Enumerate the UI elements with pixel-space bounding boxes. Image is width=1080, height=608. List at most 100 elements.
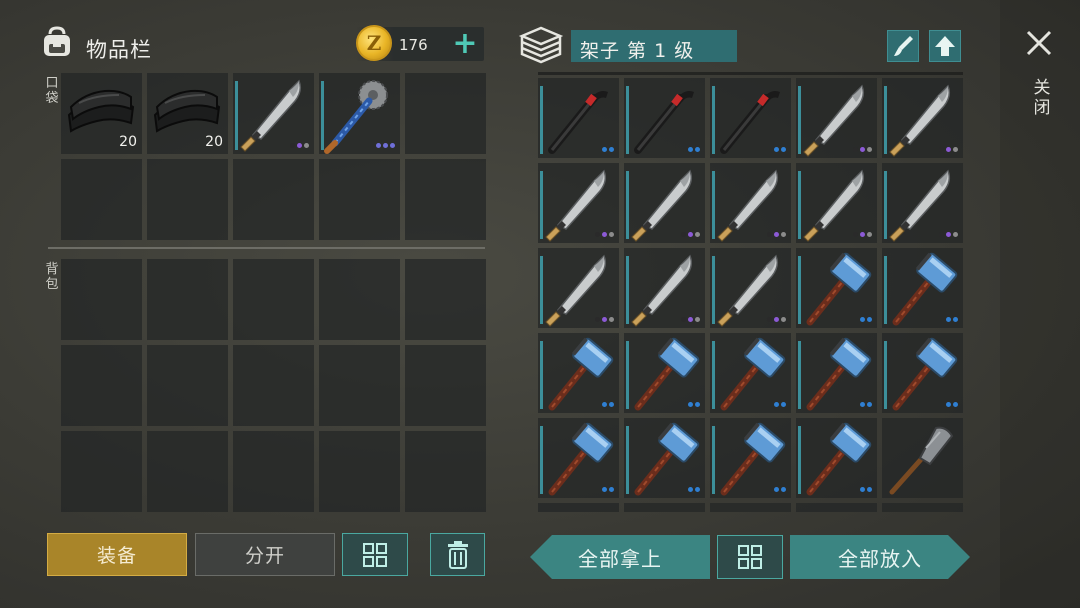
trash-icon xyxy=(447,540,468,569)
shelf-slot[interactable] xyxy=(624,163,705,243)
shelf-scroll-area[interactable] xyxy=(538,74,963,512)
shelf-slot[interactable] xyxy=(882,78,963,158)
quality-dot xyxy=(774,232,779,237)
pocket-slot[interactable] xyxy=(61,159,142,240)
shelf-slot[interactable] xyxy=(710,248,791,328)
backpack-slot[interactable] xyxy=(61,259,142,340)
quality-dot xyxy=(602,232,607,237)
quality-dots xyxy=(688,487,700,492)
pocket-slot[interactable] xyxy=(319,73,400,154)
quality-dot xyxy=(609,147,614,152)
backpack-slot[interactable] xyxy=(405,345,486,426)
shelf-slot[interactable] xyxy=(882,163,963,243)
shelf-slot[interactable] xyxy=(796,418,877,498)
add-coins-button[interactable]: + xyxy=(450,27,480,61)
shelf-slot[interactable] xyxy=(538,248,619,328)
shelf-slot[interactable] xyxy=(624,503,705,512)
shelf-slot[interactable] xyxy=(710,163,791,243)
close-label[interactable]: 关闭 xyxy=(1032,78,1052,118)
upgrade-button[interactable] xyxy=(929,30,961,62)
shelf-slot[interactable] xyxy=(538,78,619,158)
quality-dot xyxy=(867,487,872,492)
quality-dot xyxy=(297,143,302,148)
quality-dot xyxy=(609,402,614,407)
backpack-slot[interactable] xyxy=(233,259,314,340)
trash-button[interactable] xyxy=(430,533,485,576)
pocket-slot[interactable] xyxy=(319,159,400,240)
quality-dots xyxy=(602,487,614,492)
shelf-slot[interactable] xyxy=(882,248,963,328)
pocket-slot[interactable] xyxy=(405,73,486,154)
shelf-slot[interactable] xyxy=(538,503,619,512)
pocket-slot[interactable]: 20 xyxy=(147,73,228,154)
quality-dot xyxy=(946,147,951,152)
backpack-slot[interactable] xyxy=(319,345,400,426)
backpack-slot[interactable] xyxy=(405,431,486,512)
pocket-slot[interactable] xyxy=(233,73,314,154)
quality-dot xyxy=(781,232,786,237)
backpack-slot[interactable] xyxy=(319,431,400,512)
arrow-up-icon xyxy=(935,36,955,56)
quality-dots xyxy=(939,147,958,152)
quality-dot xyxy=(695,487,700,492)
quality-dots xyxy=(681,232,700,237)
shelf-slot[interactable] xyxy=(538,163,619,243)
backpack-slot[interactable] xyxy=(147,431,228,512)
pocket-slot[interactable] xyxy=(233,159,314,240)
quality-dot xyxy=(860,317,865,322)
repair-button[interactable] xyxy=(887,30,919,62)
shelf-slot[interactable] xyxy=(624,248,705,328)
put-all-button[interactable]: 全部放入 xyxy=(790,535,970,579)
shelf-slot[interactable] xyxy=(796,503,877,512)
quality-dot xyxy=(767,232,772,237)
quality-dots xyxy=(602,402,614,407)
backpack-slot[interactable] xyxy=(319,259,400,340)
backpack-slot[interactable] xyxy=(61,431,142,512)
pocket-slot[interactable] xyxy=(405,159,486,240)
backpack-slot[interactable] xyxy=(233,345,314,426)
shelf-icon xyxy=(518,24,564,64)
quality-dot xyxy=(774,487,779,492)
shelf-slot[interactable] xyxy=(796,78,877,158)
quality-dot xyxy=(946,402,951,407)
shelf-slot[interactable] xyxy=(796,163,877,243)
shelf-slot[interactable] xyxy=(624,333,705,413)
shelf-slot[interactable] xyxy=(710,418,791,498)
shelf-slot[interactable] xyxy=(796,333,877,413)
quality-dot xyxy=(946,232,951,237)
equip-button[interactable]: 装备 xyxy=(47,533,187,576)
backpack-slot[interactable] xyxy=(405,259,486,340)
shelf-slot[interactable] xyxy=(882,333,963,413)
split-button[interactable]: 分开 xyxy=(195,533,335,576)
shelf-slot[interactable] xyxy=(710,333,791,413)
backpack-slot[interactable] xyxy=(233,431,314,512)
quality-dot xyxy=(695,147,700,152)
shelf-slot[interactable] xyxy=(882,503,963,512)
shelf-slot[interactable] xyxy=(882,418,963,498)
quality-dot xyxy=(695,232,700,237)
backpack-slot[interactable] xyxy=(147,259,228,340)
inventory-divider xyxy=(48,247,485,249)
quality-dot xyxy=(695,402,700,407)
pocket-slot[interactable]: 20 xyxy=(61,73,142,154)
close-button[interactable] xyxy=(1022,26,1056,60)
quality-dot xyxy=(376,143,381,148)
quality-dot xyxy=(602,402,607,407)
quality-dot xyxy=(953,147,958,152)
take-all-button[interactable]: 全部拿上 xyxy=(530,535,710,579)
shelf-slot[interactable] xyxy=(710,503,791,512)
sort-shelf-button[interactable] xyxy=(717,535,783,579)
shelf-slot[interactable] xyxy=(710,78,791,158)
shelf-slot[interactable] xyxy=(624,78,705,158)
quality-dot xyxy=(695,317,700,322)
shelf-slot[interactable] xyxy=(538,418,619,498)
shelf-slot[interactable] xyxy=(796,248,877,328)
backpack-slot[interactable] xyxy=(147,345,228,426)
backpack-slot[interactable] xyxy=(61,345,142,426)
pocket-slot[interactable] xyxy=(147,159,228,240)
sort-inventory-button[interactable] xyxy=(342,533,408,576)
quality-dot xyxy=(867,402,872,407)
coin-count: 176 xyxy=(399,36,428,54)
shelf-slot[interactable] xyxy=(624,418,705,498)
shelf-slot[interactable] xyxy=(538,333,619,413)
